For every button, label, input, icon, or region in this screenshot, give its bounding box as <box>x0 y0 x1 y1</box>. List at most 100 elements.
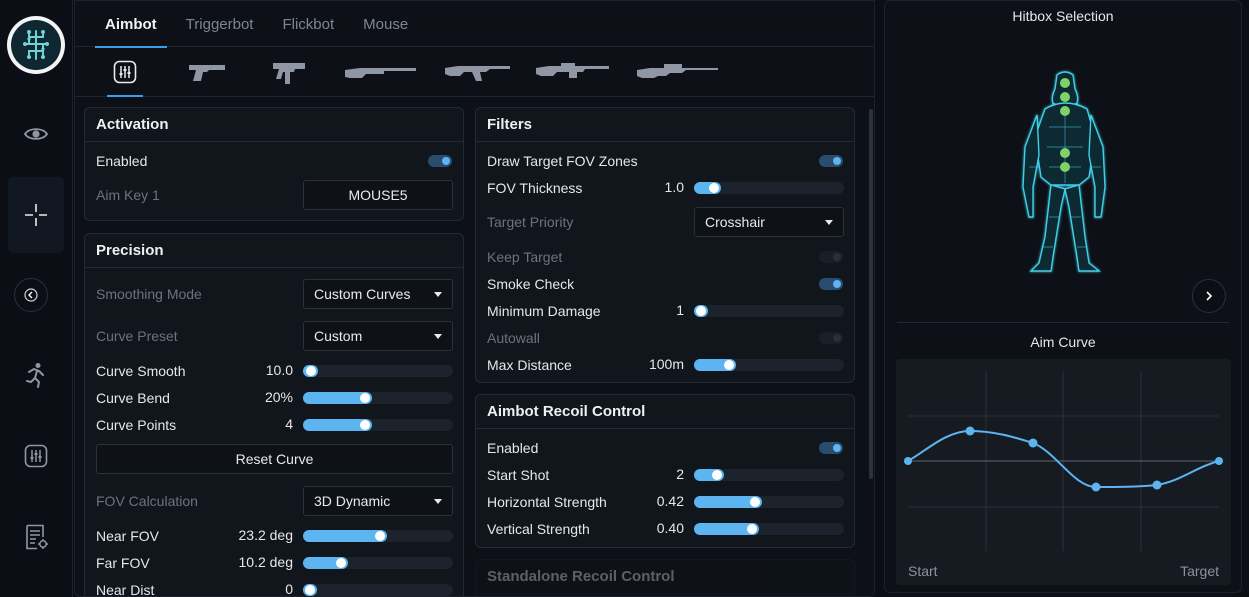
tab-mouse[interactable]: Mouse <box>353 1 418 47</box>
running-person-icon <box>26 363 44 388</box>
draw-fov-toggle[interactable] <box>819 155 843 167</box>
min-damage-value: 1 <box>676 302 684 318</box>
select-value: 3D Dynamic <box>314 493 391 509</box>
curve-bend-slider[interactable] <box>303 392 453 404</box>
near-fov-value: 23.2 deg <box>238 527 294 543</box>
curve-points-label: Curve Points <box>96 417 177 433</box>
select-value: Custom <box>314 328 363 344</box>
curve-point[interactable] <box>1215 457 1223 465</box>
curve-preset-label: Curve Preset <box>96 328 178 344</box>
reset-curve-button[interactable]: Reset Curve <box>96 444 453 474</box>
rifle-icon <box>445 66 510 81</box>
filters-panel: Filters Draw Target FOV Zones FOV Thickn… <box>475 107 855 383</box>
fov-thickness-label: FOV Thickness <box>487 180 583 196</box>
curve-point[interactable] <box>904 457 912 465</box>
weapon-bar <box>75 48 874 97</box>
curve-target-label: Target <box>1180 563 1219 579</box>
keep-target-label: Keep Target <box>487 249 563 265</box>
weapon-tab-general[interactable] <box>107 48 143 97</box>
smoothing-mode-select[interactable]: Custom Curves <box>303 279 453 309</box>
enabled-label: Enabled <box>96 153 148 169</box>
fov-thickness-slider[interactable] <box>694 182 844 194</box>
near-fov-slider[interactable] <box>303 530 453 542</box>
precision-panel: Precision Smoothing Mode Custom Curves C… <box>84 233 464 596</box>
sidebar-collapse-button[interactable] <box>14 278 48 312</box>
recoil-enabled-toggle[interactable] <box>819 442 843 454</box>
document-settings-icon <box>26 524 48 550</box>
main-scrollbar[interactable] <box>869 109 873 479</box>
hitbox-neck[interactable] <box>1060 92 1070 102</box>
keep-target-toggle[interactable] <box>819 251 843 263</box>
smoke-check-label: Smoke Check <box>487 276 575 292</box>
weapon-tab-pistol[interactable] <box>185 48 229 96</box>
sidebar-item-player[interactable] <box>8 337 64 413</box>
curve-start-label: Start <box>908 563 938 579</box>
sidebar-item-aim[interactable] <box>8 177 64 253</box>
recoil-enabled-label: Enabled <box>487 440 539 456</box>
hitbox-upper-chest[interactable] <box>1060 106 1070 116</box>
sniper-icon <box>637 64 718 78</box>
weapon-tab-rifle[interactable] <box>443 48 513 96</box>
vertical-strength-slider[interactable] <box>694 523 844 535</box>
aim-key-button[interactable]: MOUSE5 <box>303 180 453 210</box>
far-fov-value: 10.2 deg <box>238 554 294 570</box>
sidebar-item-visuals[interactable] <box>8 96 64 172</box>
smg-icon <box>273 63 305 84</box>
eye-icon <box>24 128 48 140</box>
curve-smooth-value: 10.0 <box>265 362 293 378</box>
horizontal-strength-label: Horizontal Strength <box>487 494 607 510</box>
near-dist-slider[interactable] <box>303 584 453 596</box>
fov-calculation-select[interactable]: 3D Dynamic <box>303 486 453 516</box>
start-shot-slider[interactable] <box>694 469 844 481</box>
target-priority-select[interactable]: Crosshair <box>694 207 844 237</box>
panel-title: Aimbot Recoil Control <box>476 395 854 429</box>
vertical-strength-label: Vertical Strength <box>487 521 590 537</box>
vertical-strength-value: 0.40 <box>656 520 684 536</box>
aim-curve-editor[interactable]: Start Target <box>896 359 1231 585</box>
chevron-left-icon <box>24 288 38 302</box>
start-shot-label: Start Shot <box>487 467 550 483</box>
tab-aimbot[interactable]: Aimbot <box>95 1 167 48</box>
enabled-toggle[interactable] <box>428 155 452 167</box>
hitbox-title: Hitbox Selection <box>1012 8 1114 24</box>
hitbox-head[interactable] <box>1060 78 1070 88</box>
draw-fov-label: Draw Target FOV Zones <box>487 153 638 169</box>
max-distance-label: Max Distance <box>487 357 572 373</box>
horizontal-strength-slider[interactable] <box>694 496 844 508</box>
sliders-icon <box>24 444 48 468</box>
curve-point[interactable] <box>1028 438 1038 448</box>
tab-flickbot[interactable]: Flickbot <box>272 1 344 47</box>
curve-point[interactable] <box>1152 480 1162 490</box>
chevron-down-icon <box>434 334 442 339</box>
autowall-label: Autowall <box>487 330 540 346</box>
weapon-tab-shotgun[interactable] <box>343 48 419 96</box>
max-distance-slider[interactable] <box>694 359 844 371</box>
min-damage-slider[interactable] <box>694 305 844 317</box>
main-panel: Aimbot Triggerbot Flickbot Mouse Activat… <box>74 0 875 597</box>
smoke-check-toggle[interactable] <box>819 278 843 290</box>
chevron-right-icon <box>1206 291 1213 301</box>
activation-panel: Activation Enabled Aim Key 1 MOUSE5 <box>84 107 464 221</box>
select-value: Custom Curves <box>314 286 411 302</box>
far-fov-label: Far FOV <box>96 555 150 571</box>
weapon-tab-lmg[interactable] <box>535 48 611 96</box>
autowall-toggle[interactable] <box>819 332 843 344</box>
far-fov-slider[interactable] <box>303 557 453 569</box>
weapon-tab-smg[interactable] <box>267 48 311 96</box>
curve-preset-select[interactable]: Custom <box>303 321 453 351</box>
hitbox-stomach[interactable] <box>1060 162 1070 172</box>
tab-triggerbot[interactable]: Triggerbot <box>176 1 264 47</box>
horizontal-strength-value: 0.42 <box>656 493 684 509</box>
curve-bend-label: Curve Bend <box>96 390 170 406</box>
curve-points-slider[interactable] <box>303 419 453 431</box>
sidebar-item-configs[interactable] <box>8 499 64 575</box>
curve-point[interactable] <box>965 426 975 436</box>
chevron-down-icon <box>434 499 442 504</box>
next-button[interactable] <box>1192 279 1226 313</box>
curve-point[interactable] <box>1091 482 1101 492</box>
shotgun-icon <box>345 68 416 78</box>
weapon-tab-sniper[interactable] <box>635 48 721 96</box>
hitbox-chest[interactable] <box>1060 148 1070 158</box>
sidebar-item-settings[interactable] <box>8 418 64 494</box>
curve-smooth-slider[interactable] <box>303 365 453 377</box>
